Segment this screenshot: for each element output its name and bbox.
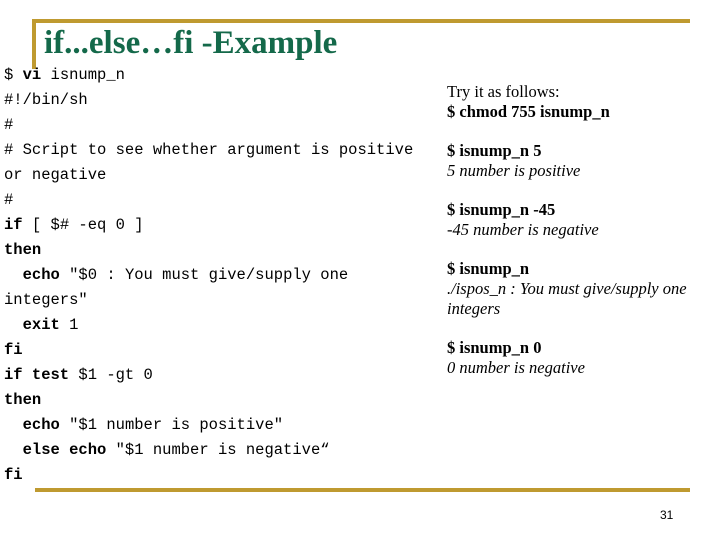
code-line: else echo "$1 number is negative“ [4,438,440,463]
code-keyword: else echo [22,441,107,459]
code-line: # Script to see whether argument is posi… [4,138,440,188]
code-line: $ vi isnump_n [4,63,440,88]
code-text: "$1 number is positive" [59,416,284,434]
shell-command: $ isnump_n 0 [447,338,542,357]
shell-output: -45 number is negative [447,220,599,239]
code-keyword: fi [4,341,23,359]
code-line: if [ $# -eq 0 ] [4,213,440,238]
code-line: fi [4,338,440,363]
shell-output: 5 number is positive [447,161,581,180]
shell-command: $ isnump_n -45 [447,200,556,219]
code-keyword: if test [4,366,70,384]
code-line: echo "$0 : You must give/supply one inte… [4,263,440,313]
code-text: $ [4,66,23,84]
example-output-column: Try it as follows: $ chmod 755 isnump_n $ … [447,82,715,378]
code-text: # Script to see whether argument is posi… [4,141,423,184]
code-line: then [4,238,440,263]
code-keyword: then [4,391,42,409]
output-group: $ isnump_n 00 number is negative [447,338,715,378]
code-line: echo "$1 number is positive" [4,413,440,438]
slide: if...else…fi -Example $ vi isnump_n #!/bi… [0,0,720,540]
code-text: #!/bin/sh [4,91,88,109]
left-gold-rule [32,19,36,69]
code-line: #!/bin/sh [4,88,440,113]
shell-command: $ isnump_n 5 [447,141,542,160]
output-group: Try it as follows: $ chmod 755 isnump_n [447,82,715,122]
code-text: isnump_n [41,66,125,84]
code-text: $1 -gt 0 [69,366,153,384]
output-group: $ isnump_n ./ispos_n : You must give/supp… [447,259,715,319]
code-keyword: exit [22,316,60,334]
code-line: exit 1 [4,313,440,338]
page-number: 31 [660,508,674,522]
output-group: $ isnump_n -45 -45 number is negative [447,200,715,240]
shell-output: ./ispos_n : You must give/supply one int… [447,279,687,318]
code-line: if test $1 -gt 0 [4,363,440,388]
code-line: fi [4,463,440,488]
top-gold-rule [32,19,690,23]
code-keyword: fi [4,466,23,484]
code-line: then [4,388,440,413]
code-text: [ $# -eq 0 ] [22,216,144,234]
shell-command: $ chmod 755 isnump_n [447,102,610,121]
code-keyword: echo [22,416,60,434]
code-line: # [4,113,440,138]
output-group: $ isnump_n 55 number is positive [447,141,715,181]
code-text: 1 [59,316,79,334]
code-keyword: if [4,216,23,234]
bottom-gold-rule [35,488,690,492]
code-keyword: vi [22,66,42,84]
shell-command: $ isnump_n [447,259,530,278]
code-text: "$1 number is negative“ [106,441,330,459]
output-intro-text: Try it as follows: [447,82,560,101]
shell-output: 0 number is negative [447,358,585,377]
code-text: # [4,191,14,209]
code-text: # [4,116,14,134]
shell-script-code: $ vi isnump_n #!/bin/sh # # Script to see w… [4,63,440,488]
code-keyword: echo [22,266,60,284]
code-line: # [4,188,440,213]
slide-title: if...else…fi -Example [44,25,338,61]
code-keyword: then [4,241,42,259]
